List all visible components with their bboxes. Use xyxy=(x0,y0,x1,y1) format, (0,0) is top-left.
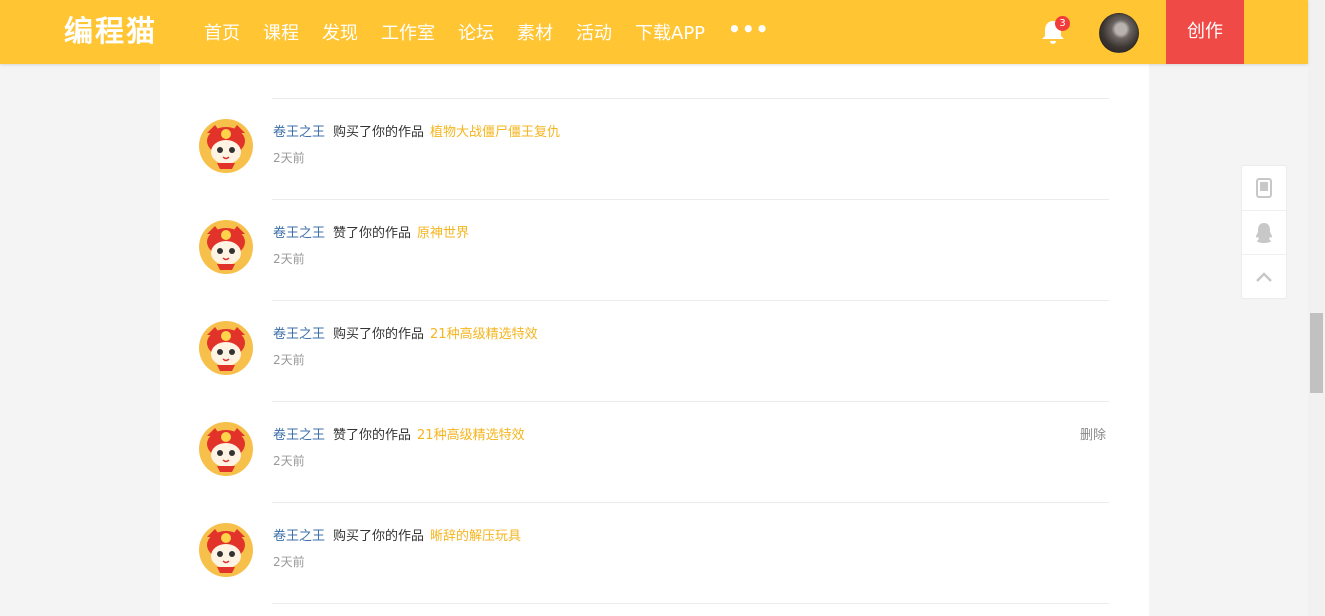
timestamp: 2天前 xyxy=(273,353,305,367)
sender-name-link[interactable]: 卷王之王 xyxy=(273,327,325,342)
sender-avatar[interactable] xyxy=(199,220,253,274)
notification-item: 卷王之王 购买了你的作品 21种高级精选特效 2天前 xyxy=(160,301,1149,402)
nav-courses[interactable]: 课程 xyxy=(263,19,299,45)
divider xyxy=(272,603,1109,604)
notification-item: 卷王之王 购买了你的作品 植物大战僵尸僵王复仇 2天前 xyxy=(160,99,1149,200)
nav-events[interactable]: 活动 xyxy=(576,19,612,45)
work-title-link[interactable]: 晰辞的解压玩具 xyxy=(430,529,521,544)
action-text: 赞了你的作品 xyxy=(333,428,412,443)
sender-avatar[interactable] xyxy=(199,523,253,577)
mobile-icon xyxy=(1256,178,1272,198)
create-button[interactable]: 创作 xyxy=(1166,0,1244,64)
mobile-button[interactable] xyxy=(1242,166,1286,210)
timestamp: 2天前 xyxy=(273,555,305,569)
page-scrollbar[interactable] xyxy=(1308,0,1325,616)
nav-home[interactable]: 首页 xyxy=(204,19,240,45)
sender-name-link[interactable]: 卷王之王 xyxy=(273,226,325,241)
back-to-top-button[interactable] xyxy=(1242,254,1286,299)
action-text: 购买了你的作品 xyxy=(333,529,425,544)
sender-avatar[interactable] xyxy=(199,321,253,375)
notification-text: 卷王之王 购买了你的作品 植物大战僵尸僵王复仇 xyxy=(273,121,560,140)
nav-download-app[interactable]: 下载APP xyxy=(635,19,705,45)
sender-name-link[interactable]: 卷王之王 xyxy=(273,529,325,544)
sender-avatar[interactable] xyxy=(199,422,253,476)
notification-text: 卷王之王 购买了你的作品 晰辞的解压玩具 xyxy=(273,525,521,544)
notification-text: 卷王之王 购买了你的作品 21种高级精选特效 xyxy=(273,323,538,342)
sender-name-link[interactable]: 卷王之王 xyxy=(273,125,325,140)
site-logo[interactable]: 编程猫 xyxy=(64,13,157,49)
work-title-link[interactable]: 原神世界 xyxy=(417,226,469,241)
qq-icon xyxy=(1256,223,1272,243)
notification-item: 卷王之王 购买了你的作品 晰辞的解压玩具 2天前 xyxy=(160,503,1149,604)
notification-list: 卷王之王 购买了你的作品 植物大战僵尸僵王复仇 2天前 卷王之王 赞了你的作品 原神世界 2天… xyxy=(160,0,1149,616)
nav-materials[interactable]: 素材 xyxy=(517,19,553,45)
notification-badge: 3 xyxy=(1055,16,1070,31)
qq-button[interactable] xyxy=(1242,210,1286,255)
notification-item: 卷王之王 赞了你的作品 原神世界 2天前 xyxy=(160,200,1149,301)
timestamp: 2天前 xyxy=(273,252,305,266)
timestamp: 2天前 xyxy=(273,151,305,165)
nav-discover[interactable]: 发现 xyxy=(322,19,358,45)
action-text: 赞了你的作品 xyxy=(333,226,412,241)
nav-studio[interactable]: 工作室 xyxy=(381,19,435,45)
timestamp: 2天前 xyxy=(273,454,305,468)
notification-text: 卷王之王 赞了你的作品 原神世界 xyxy=(273,222,469,241)
notification-item: 卷王之王 赞了你的作品 21种高级精选特效 2天前 删除 xyxy=(160,402,1149,503)
action-text: 购买了你的作品 xyxy=(333,125,425,140)
delete-button[interactable]: 删除 xyxy=(1080,424,1106,443)
sender-name-link[interactable]: 卷王之王 xyxy=(273,428,325,443)
back-to-top-icon xyxy=(1256,272,1272,282)
sender-avatar[interactable] xyxy=(199,119,253,173)
side-toolbar xyxy=(1241,165,1287,299)
nav-forum[interactable]: 论坛 xyxy=(458,19,494,45)
scrollbar-thumb[interactable] xyxy=(1310,313,1323,393)
work-title-link[interactable]: 植物大战僵尸僵王复仇 xyxy=(430,125,560,140)
main-nav: 首页 课程 发现 工作室 论坛 素材 活动 下载APP ••• xyxy=(204,0,769,64)
nav-more-button[interactable]: ••• xyxy=(728,17,769,41)
work-title-link[interactable]: 21种高级精选特效 xyxy=(430,327,538,342)
work-title-link[interactable]: 21种高级精选特效 xyxy=(417,428,525,443)
user-avatar[interactable] xyxy=(1099,13,1139,53)
action-text: 购买了你的作品 xyxy=(333,327,425,342)
notification-text: 卷王之王 赞了你的作品 21种高级精选特效 xyxy=(273,424,525,443)
top-navbar: 编程猫 首页 课程 发现 工作室 论坛 素材 活动 下载APP ••• 3 创作 xyxy=(0,0,1308,64)
